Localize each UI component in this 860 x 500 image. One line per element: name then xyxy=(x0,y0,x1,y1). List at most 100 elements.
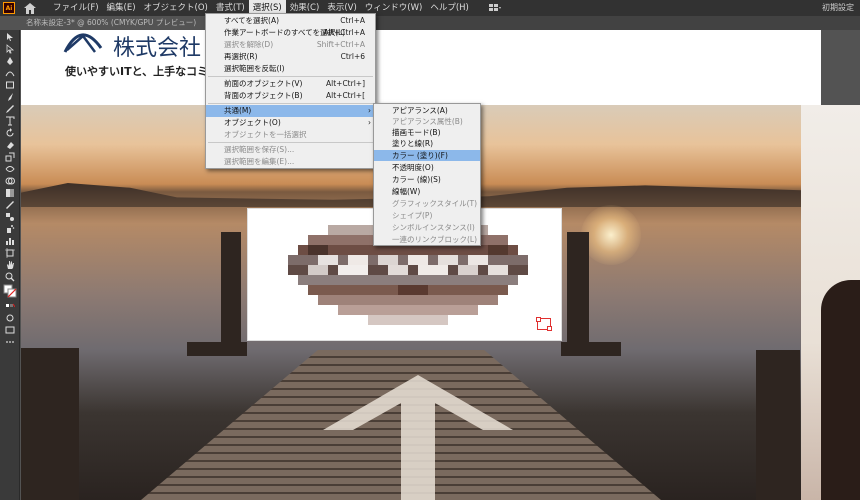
menu-item-label: 前面のオブジェクト(V) xyxy=(224,79,303,88)
transform-handle-icon[interactable] xyxy=(536,317,552,331)
scale-tool-icon[interactable] xyxy=(2,151,18,162)
pier-post xyxy=(756,350,800,500)
rotate-tool-icon[interactable] xyxy=(2,127,18,138)
graph-tool-icon[interactable] xyxy=(2,235,18,246)
menu-item-save-selection[interactable]: 選択範囲を保存(S)... xyxy=(206,144,375,156)
submenu-item-blending-mode[interactable]: 描画モード(B) xyxy=(374,127,480,138)
artboard-header: 株式会社 使いやすいITと、上手なコミュ xyxy=(21,30,821,105)
menu-separator xyxy=(208,103,373,104)
menu-item-bulk-select[interactable]: オブジェクトを一括選択 xyxy=(206,129,375,141)
symbol-sprayer-tool-icon[interactable] xyxy=(2,223,18,234)
gradient-tool-icon[interactable] xyxy=(2,187,18,198)
submenu-item-fill-and-stroke[interactable]: 塗りと線(R) xyxy=(374,138,480,149)
menu-help[interactable]: ヘルプ(H) xyxy=(426,0,473,16)
menu-item-select-all[interactable]: すべてを選択(A) Ctrl+A xyxy=(206,15,375,27)
portrait-hair xyxy=(821,280,860,500)
menu-item-label: 選択範囲を編集(E)... xyxy=(224,157,295,166)
submenu-item-graphic-style[interactable]: グラフィックスタイル(T) xyxy=(374,198,480,209)
menu-item-label: 選択を解除(D) xyxy=(224,40,274,49)
arrow-shape xyxy=(323,375,513,500)
submenu-item-appearance[interactable]: アピアランス(A) xyxy=(374,105,480,116)
sun-glow xyxy=(581,205,641,265)
tools-panel xyxy=(0,30,20,500)
hand-tool-icon[interactable] xyxy=(2,259,18,270)
menu-item-label: 再選択(R) xyxy=(224,52,258,61)
menu-item-label: 選択範囲を反転(I) xyxy=(224,64,285,73)
company-name: 株式会社 xyxy=(113,36,202,61)
menu-item-next-object-below[interactable]: 背面のオブジェクト(B) Alt+Ctrl+[ xyxy=(206,90,375,102)
eraser-tool-icon[interactable] xyxy=(2,139,18,150)
drawing-mode-icon[interactable] xyxy=(2,312,18,323)
pencil-tool-icon[interactable] xyxy=(2,103,18,114)
menu-item-shortcut: Alt+Ctrl+] xyxy=(326,79,365,88)
submenu-item-link-block-series[interactable]: 一連のリンクブロック(L) xyxy=(374,234,480,245)
menu-item-same[interactable]: 共通(M) › xyxy=(206,105,375,117)
menu-edit[interactable]: 編集(E) xyxy=(103,0,140,16)
document-tab-title: 名称未設定-3* @ 600% (CMYK/GPU プレビュー) xyxy=(26,18,197,27)
width-tool-icon[interactable] xyxy=(2,163,18,174)
arrange-documents-icon[interactable] xyxy=(487,0,503,16)
shape-builder-tool-icon[interactable] xyxy=(2,175,18,186)
submenu-item-symbol-instance[interactable]: シンボルインスタンス(I) xyxy=(374,222,480,233)
home-icon[interactable] xyxy=(23,1,37,15)
illustrator-logo-icon[interactable]: Ai xyxy=(3,2,15,14)
menu-item-shortcut: Ctrl+A xyxy=(340,16,365,25)
pier-post xyxy=(567,232,589,352)
menu-separator xyxy=(208,76,373,77)
menu-object[interactable]: オブジェクト(O) xyxy=(140,0,212,16)
direct-selection-tool-icon[interactable] xyxy=(2,43,18,54)
pier-post xyxy=(561,342,621,356)
menu-item-next-object-above[interactable]: 前面のオブジェクト(V) Alt+Ctrl+] xyxy=(206,78,375,90)
workspace-switcher[interactable]: 初期設定 xyxy=(822,0,854,16)
menu-item-label: オブジェクトを一括選択 xyxy=(224,130,307,139)
menu-item-inverse[interactable]: 選択範囲を反転(I) xyxy=(206,63,375,75)
menu-item-label: 背面のオブジェクト(B) xyxy=(224,91,303,100)
document-tab[interactable]: 名称未設定-3* @ 600% (CMYK/GPU プレビュー)× xyxy=(20,16,217,30)
menu-item-deselect[interactable]: 選択を解除(D) Shift+Ctrl+A xyxy=(206,39,375,51)
submenu-item-opacity[interactable]: 不透明度(O) xyxy=(374,162,480,173)
company-logo-icon xyxy=(63,33,103,53)
menu-item-label: 共通(M) xyxy=(224,106,252,115)
menu-item-shortcut: Ctrl+6 xyxy=(340,52,365,61)
menu-item-reselect[interactable]: 再選択(R) Ctrl+6 xyxy=(206,51,375,63)
submenu-item-stroke-color[interactable]: カラー (線)(S) xyxy=(374,174,480,185)
menu-item-select-all-artboard[interactable]: 作業アートボードのすべてを選択(L) Alt+Ctrl+A xyxy=(206,27,375,39)
submenu-item-stroke-weight[interactable]: 線幅(W) xyxy=(374,186,480,197)
rectangle-tool-icon[interactable] xyxy=(2,79,18,90)
menu-item-shortcut: Shift+Ctrl+A xyxy=(316,40,365,49)
select-menu-dropdown: すべてを選択(A) Ctrl+A 作業アートボードのすべてを選択(L) Alt+Ct… xyxy=(205,13,376,169)
pier-post xyxy=(221,232,241,352)
artboard-tool-icon[interactable] xyxy=(2,247,18,258)
menu-separator xyxy=(208,142,373,143)
color-mode-icon[interactable] xyxy=(2,300,18,311)
document-tab-bar: 名称未設定-3* @ 600% (CMYK/GPU プレビュー)× xyxy=(20,16,860,30)
menu-item-label: すべてを選択(A) xyxy=(224,16,280,25)
submenu-item-fill-color[interactable]: カラー (塗り)(F) xyxy=(374,150,480,161)
fill-stroke-swatch-icon[interactable] xyxy=(2,283,18,299)
canvas[interactable]: 株式会社 使いやすいITと、上手なコミュ xyxy=(21,30,860,500)
curvature-tool-icon[interactable] xyxy=(2,67,18,78)
menu-bar: Ai ファイル(F) 編集(E) オブジェクト(O) 書式(T) 選択(S) 効… xyxy=(0,0,860,16)
edit-toolbar-icon[interactable] xyxy=(2,336,18,347)
zoom-tool-icon[interactable] xyxy=(2,271,18,282)
same-submenu: アピアランス(A) アピアランス属性(B) 描画モード(B) 塗りと線(R) カ… xyxy=(373,103,481,246)
menu-item-label: 選択範囲を保存(S)... xyxy=(224,145,295,154)
chevron-right-icon: › xyxy=(368,106,371,115)
submenu-item-shape[interactable]: シェイプ(P) xyxy=(374,210,480,221)
menu-item-shortcut: Alt+Ctrl+A xyxy=(323,28,365,37)
menu-item-label: オブジェクト(O) xyxy=(224,118,281,127)
eyedropper-tool-icon[interactable] xyxy=(2,199,18,210)
submenu-item-appearance-attribute[interactable]: アピアランス属性(B) xyxy=(374,116,480,127)
pen-tool-icon[interactable] xyxy=(2,55,18,66)
paintbrush-tool-icon[interactable] xyxy=(2,91,18,102)
selection-tool-icon[interactable] xyxy=(2,31,18,42)
menu-item-object[interactable]: オブジェクト(O) › xyxy=(206,117,375,129)
screen-mode-icon[interactable] xyxy=(2,324,18,335)
type-tool-icon[interactable] xyxy=(2,115,18,126)
menu-item-shortcut: Alt+Ctrl+[ xyxy=(326,91,365,100)
blend-tool-icon[interactable] xyxy=(2,211,18,222)
pier-post xyxy=(187,342,247,356)
chevron-right-icon: › xyxy=(368,118,371,127)
menu-item-edit-selection[interactable]: 選択範囲を編集(E)... xyxy=(206,156,375,168)
menu-file[interactable]: ファイル(F) xyxy=(49,0,103,16)
